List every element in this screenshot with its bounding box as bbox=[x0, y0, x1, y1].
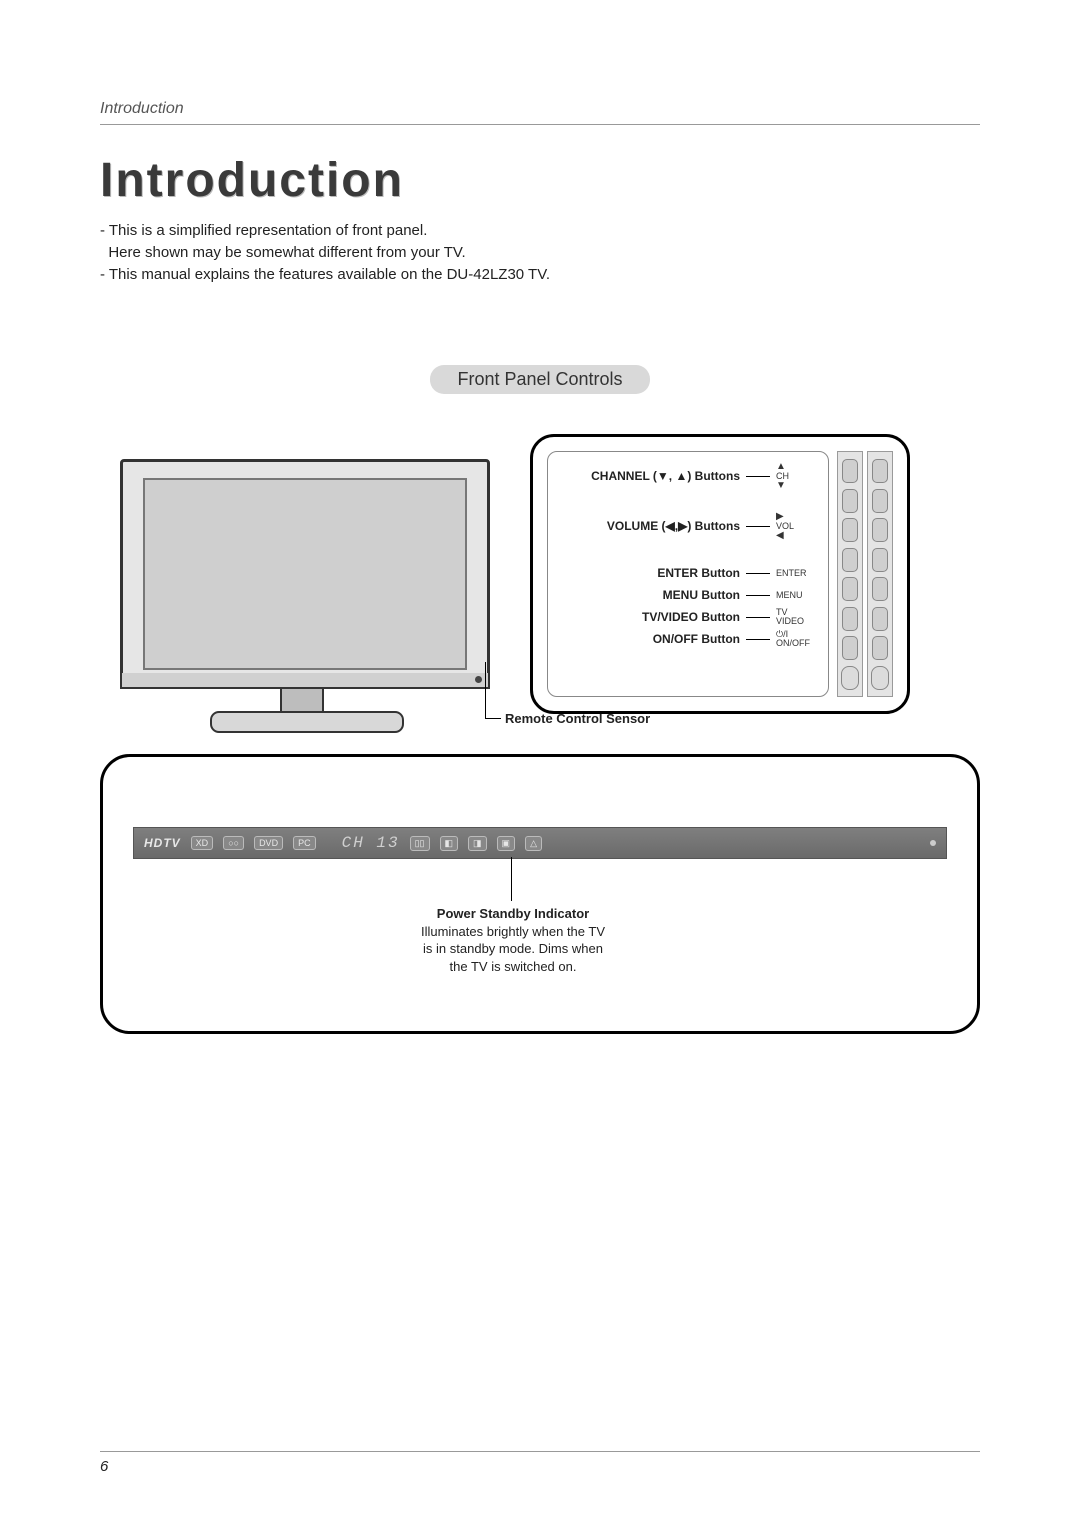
intro-paragraph: - This is a simplified representation of… bbox=[100, 220, 980, 285]
psi-title: Power Standby Indicator bbox=[348, 905, 678, 923]
channel-buttons-label: CHANNEL (▼, ▲) Buttons bbox=[591, 469, 740, 483]
menu-button-row: MENU Button MENU bbox=[560, 584, 816, 606]
leader-line bbox=[746, 639, 770, 640]
hdtv-label: HDTV bbox=[144, 836, 181, 850]
volume-buttons-row: VOLUME (◀,▶) Buttons ▶ VOL ◀ bbox=[560, 512, 816, 540]
leader-line bbox=[746, 617, 770, 618]
spacer bbox=[560, 540, 816, 562]
tv-frame bbox=[120, 459, 490, 689]
sensor-leader bbox=[485, 718, 501, 719]
leader-line bbox=[746, 595, 770, 596]
onoff-button-label: ON/OFF Button bbox=[653, 632, 740, 646]
manual-page: Introduction Introduction - This is a si… bbox=[0, 0, 1080, 1525]
sensor-leader bbox=[485, 662, 486, 718]
physical-button bbox=[872, 459, 888, 483]
intro-line: Here shown may be somewhat different fro… bbox=[100, 242, 980, 264]
tv-lower-bar bbox=[120, 673, 490, 689]
enter-button-row: ENTER Button ENTER bbox=[560, 562, 816, 584]
onoff-button-row: ON/OFF Button ⏻/I ON/OFF bbox=[560, 628, 816, 650]
triangle-down-icon: ▼ bbox=[776, 481, 786, 491]
physical-button bbox=[842, 607, 858, 631]
psi-line: the TV is switched on. bbox=[348, 958, 678, 976]
lcd-icon: △ bbox=[525, 836, 542, 851]
volume-buttons-label: VOLUME (◀,▶) Buttons bbox=[607, 519, 740, 533]
physical-button bbox=[842, 636, 858, 660]
menu-button-label: MENU Button bbox=[663, 588, 740, 602]
button-callout: CHANNEL (▼, ▲) Buttons ▲ CH ▼ VOLUME (◀,… bbox=[530, 434, 910, 714]
lcd-icon: ▯▯ bbox=[410, 836, 430, 851]
lcd-badge: XD bbox=[191, 836, 214, 850]
psi-line: Illuminates brightly when the TV bbox=[348, 923, 678, 941]
side-col bbox=[867, 451, 893, 697]
physical-button bbox=[842, 489, 858, 513]
side-button-strip bbox=[837, 451, 893, 697]
channel-mark: ▲ CH ▼ bbox=[776, 462, 816, 491]
power-standby-block: Power Standby Indicator Illuminates brig… bbox=[348, 905, 678, 975]
enter-mark: ENTER bbox=[776, 569, 816, 578]
physical-button bbox=[842, 577, 858, 601]
page-number: 6 bbox=[100, 1451, 980, 1475]
lcd-icon: ◧ bbox=[440, 836, 459, 851]
tv-indicator-dot bbox=[475, 676, 482, 683]
physical-button bbox=[872, 548, 888, 572]
intro-line: - This is a simplified representation of… bbox=[100, 220, 980, 242]
physical-button bbox=[842, 518, 858, 542]
page-header-rule: Introduction bbox=[100, 100, 980, 125]
lcd-icon: ◨ bbox=[468, 836, 487, 851]
lcd-badge: PC bbox=[293, 836, 316, 850]
power-standby-led bbox=[930, 840, 936, 846]
physical-button bbox=[872, 607, 888, 631]
physical-button bbox=[872, 518, 888, 542]
lcd-segment-text: CH 13 bbox=[342, 834, 400, 852]
onoff-mark: ⏻/I ON/OFF bbox=[776, 630, 816, 648]
physical-button bbox=[842, 548, 858, 572]
page-title: Introduction bbox=[100, 153, 980, 208]
front-panel-diagram: Remote Control Sensor CHANNEL (▼, ▲) But… bbox=[100, 434, 980, 1074]
physical-button bbox=[872, 636, 888, 660]
triangle-left-icon: ◀ bbox=[776, 531, 784, 541]
intro-line: - This manual explains the features avai… bbox=[100, 264, 980, 286]
tvvideo-mark: TV VIDEO bbox=[776, 608, 816, 626]
psi-line: is in standby mode. Dims when bbox=[348, 940, 678, 958]
lcd-badge: ○○ bbox=[223, 836, 244, 850]
leader-line bbox=[746, 476, 770, 477]
section-pill: Front Panel Controls bbox=[430, 365, 650, 394]
enter-button-label: ENTER Button bbox=[657, 566, 740, 580]
tvvideo-button-label: TV/VIDEO Button bbox=[642, 610, 740, 624]
physical-button bbox=[872, 577, 888, 601]
leader-line bbox=[746, 526, 770, 527]
physical-button bbox=[872, 489, 888, 513]
channel-buttons-row: CHANNEL (▼, ▲) Buttons ▲ CH ▼ bbox=[560, 462, 816, 490]
page-header-text: Introduction bbox=[100, 100, 184, 117]
spacer bbox=[560, 490, 816, 512]
leader-line bbox=[746, 573, 770, 574]
tv-stand-base bbox=[210, 711, 404, 733]
physical-power-button bbox=[841, 666, 859, 690]
physical-power-button bbox=[871, 666, 889, 690]
menu-mark: MENU bbox=[776, 591, 816, 600]
tvvideo-button-row: TV/VIDEO Button TV VIDEO bbox=[560, 606, 816, 628]
lcd-strip: HDTV XD ○○ DVD PC CH 13 ▯▯ ◧ ◨ ▣ △ bbox=[133, 827, 947, 859]
side-col bbox=[837, 451, 863, 697]
lcd-callout: HDTV XD ○○ DVD PC CH 13 ▯▯ ◧ ◨ ▣ △ Power… bbox=[100, 754, 980, 1034]
tv-illustration bbox=[120, 459, 490, 739]
lcd-badge: DVD bbox=[254, 836, 283, 850]
button-callout-inner: CHANNEL (▼, ▲) Buttons ▲ CH ▼ VOLUME (◀,… bbox=[547, 451, 829, 697]
lcd-icon: ▣ bbox=[497, 836, 516, 851]
physical-button bbox=[842, 459, 858, 483]
tv-screen bbox=[143, 478, 467, 670]
psi-leader bbox=[511, 857, 512, 901]
volume-mark: ▶ VOL ◀ bbox=[776, 512, 816, 541]
